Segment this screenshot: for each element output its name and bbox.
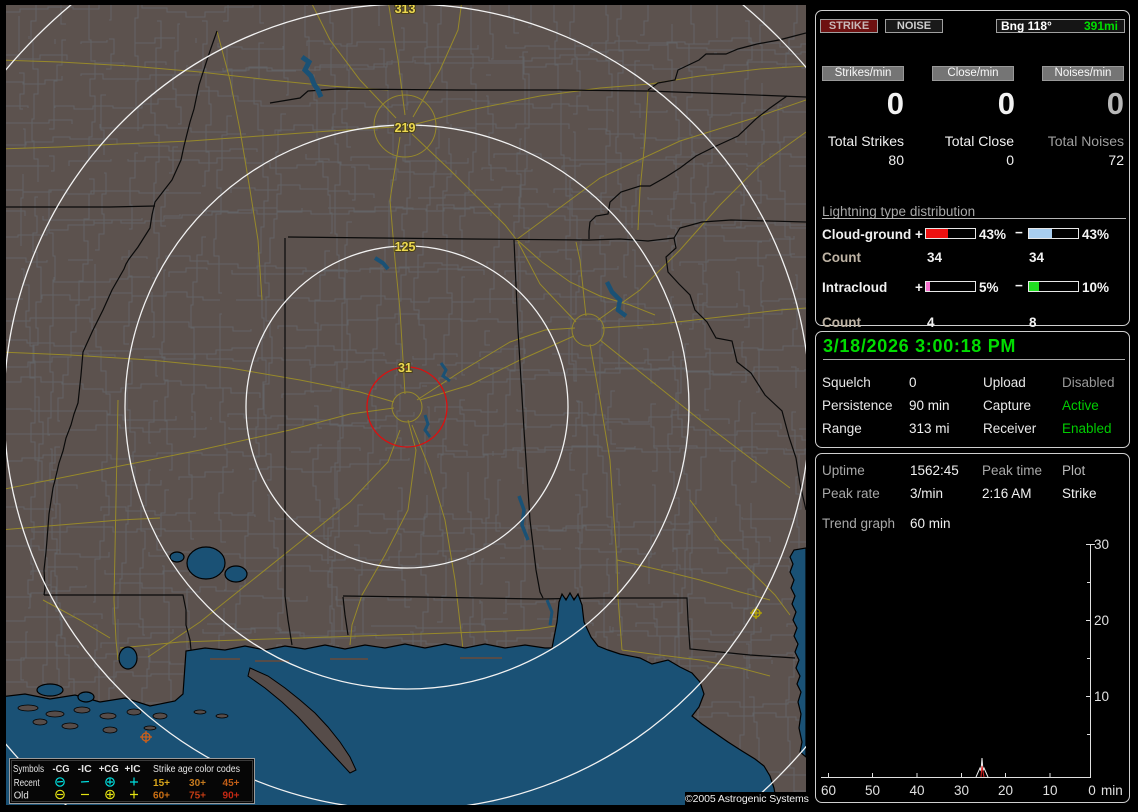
svg-text:40: 40 [909,783,924,798]
svg-text:90+: 90+ [223,790,240,801]
svg-text:Recent: Recent [14,778,40,789]
svg-text:-CG: -CG [53,764,70,775]
svg-text:125: 125 [395,240,416,254]
svg-text:30: 30 [1094,537,1109,552]
svg-text:10: 10 [1094,689,1109,704]
svg-text:219: 219 [395,121,416,135]
svg-text:60+: 60+ [153,790,170,801]
svg-text:45+: 45+ [223,778,240,789]
svg-text:Old: Old [14,790,29,801]
svg-text:+IC: +IC [125,764,141,775]
svg-text:50: 50 [865,783,880,798]
svg-text:20: 20 [1094,613,1109,628]
svg-text:+CG: +CG [99,764,119,775]
svg-text:20: 20 [998,783,1013,798]
svg-text:30+: 30+ [189,778,206,789]
svg-text:-IC: -IC [78,764,92,775]
svg-text:Strike age color codes: Strike age color codes [153,764,240,775]
svg-text:10: 10 [1042,783,1057,798]
svg-text:75+: 75+ [189,790,206,801]
svg-text:31: 31 [398,361,412,375]
svg-text:313: 313 [395,5,416,16]
svg-text:min: min [1101,783,1123,798]
svg-text:30: 30 [954,783,969,798]
svg-text:15+: 15+ [153,778,170,789]
svg-text:Symbols: Symbols [13,764,44,775]
svg-text:0: 0 [1088,783,1096,798]
svg-text:60: 60 [821,783,836,798]
